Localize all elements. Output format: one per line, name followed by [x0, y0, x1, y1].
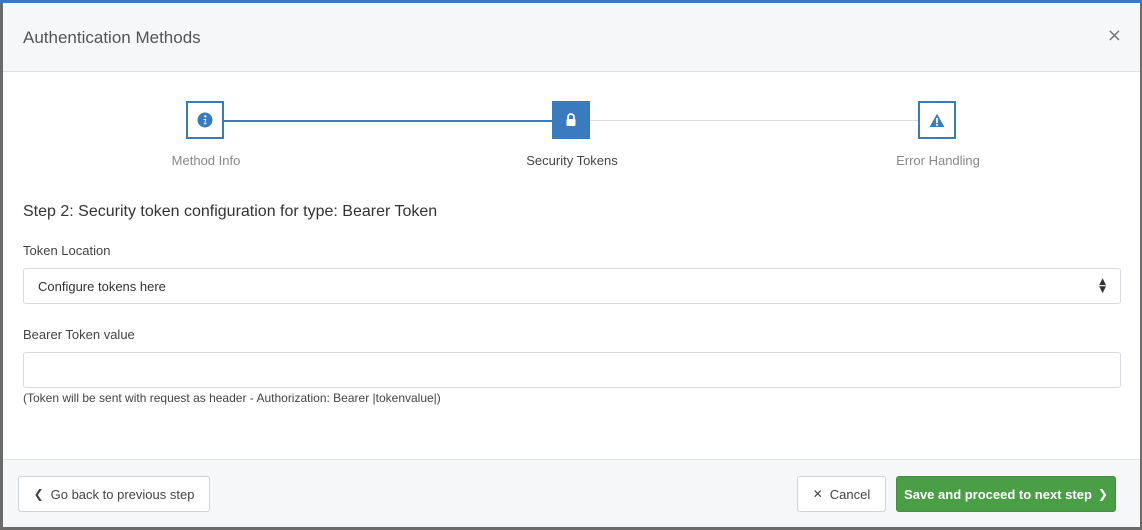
step-label-error-handling: Error Handling [896, 153, 980, 168]
sort-arrows-icon: ▲ ▼ [1099, 277, 1106, 295]
wizard-steps: Method Info Security Tokens Error Handli… [3, 72, 1140, 182]
modal-title: Authentication Methods [23, 28, 201, 47]
save-proceed-button[interactable]: Save and proceed to next step ❯ [896, 476, 1116, 512]
token-location-select[interactable]: Configure tokens here ▲ ▼ [23, 268, 1121, 304]
save-button-label: Save and proceed to next step [904, 486, 1092, 502]
step-connector-completed [223, 120, 554, 122]
modal-body: Method Info Security Tokens Error Handli… [3, 72, 1140, 459]
step-heading: Step 2: Security token configuration for… [23, 203, 438, 220]
bearer-token-input[interactable] [23, 352, 1121, 388]
modal-header: Authentication Methods × [3, 3, 1140, 72]
step-security-tokens[interactable] [552, 101, 590, 139]
chevron-right-icon: ❯ [1097, 487, 1108, 501]
bearer-token-hint: (Token will be sent with request as head… [23, 391, 441, 405]
cancel-button-label: Cancel [829, 486, 871, 502]
close-icon[interactable]: × [1107, 25, 1122, 46]
step-label-method-info: Method Info [171, 153, 241, 168]
info-icon [197, 112, 213, 128]
warning-icon [929, 113, 945, 127]
cancel-button[interactable]: ✕ Cancel [797, 476, 886, 512]
token-location-label: Token Location [23, 243, 111, 258]
step-method-info[interactable] [186, 101, 224, 139]
step-error-handling[interactable] [918, 101, 956, 139]
back-button-label: Go back to previous step [50, 486, 195, 502]
lock-icon [566, 113, 576, 126]
token-location-value: Configure tokens here [38, 279, 166, 294]
modal-footer: ❮ Go back to previous step ✕ Cancel Save… [3, 459, 1140, 527]
bearer-token-label: Bearer Token value [23, 327, 135, 342]
chevron-left-icon: ❮ [33, 487, 44, 501]
step-connector-pending [590, 120, 921, 121]
close-x-icon: ✕ [812, 487, 823, 501]
step-label-security-tokens: Security Tokens [526, 153, 618, 168]
authentication-methods-modal: Authentication Methods × Method Info Sec… [3, 3, 1140, 527]
back-button[interactable]: ❮ Go back to previous step [18, 476, 210, 512]
